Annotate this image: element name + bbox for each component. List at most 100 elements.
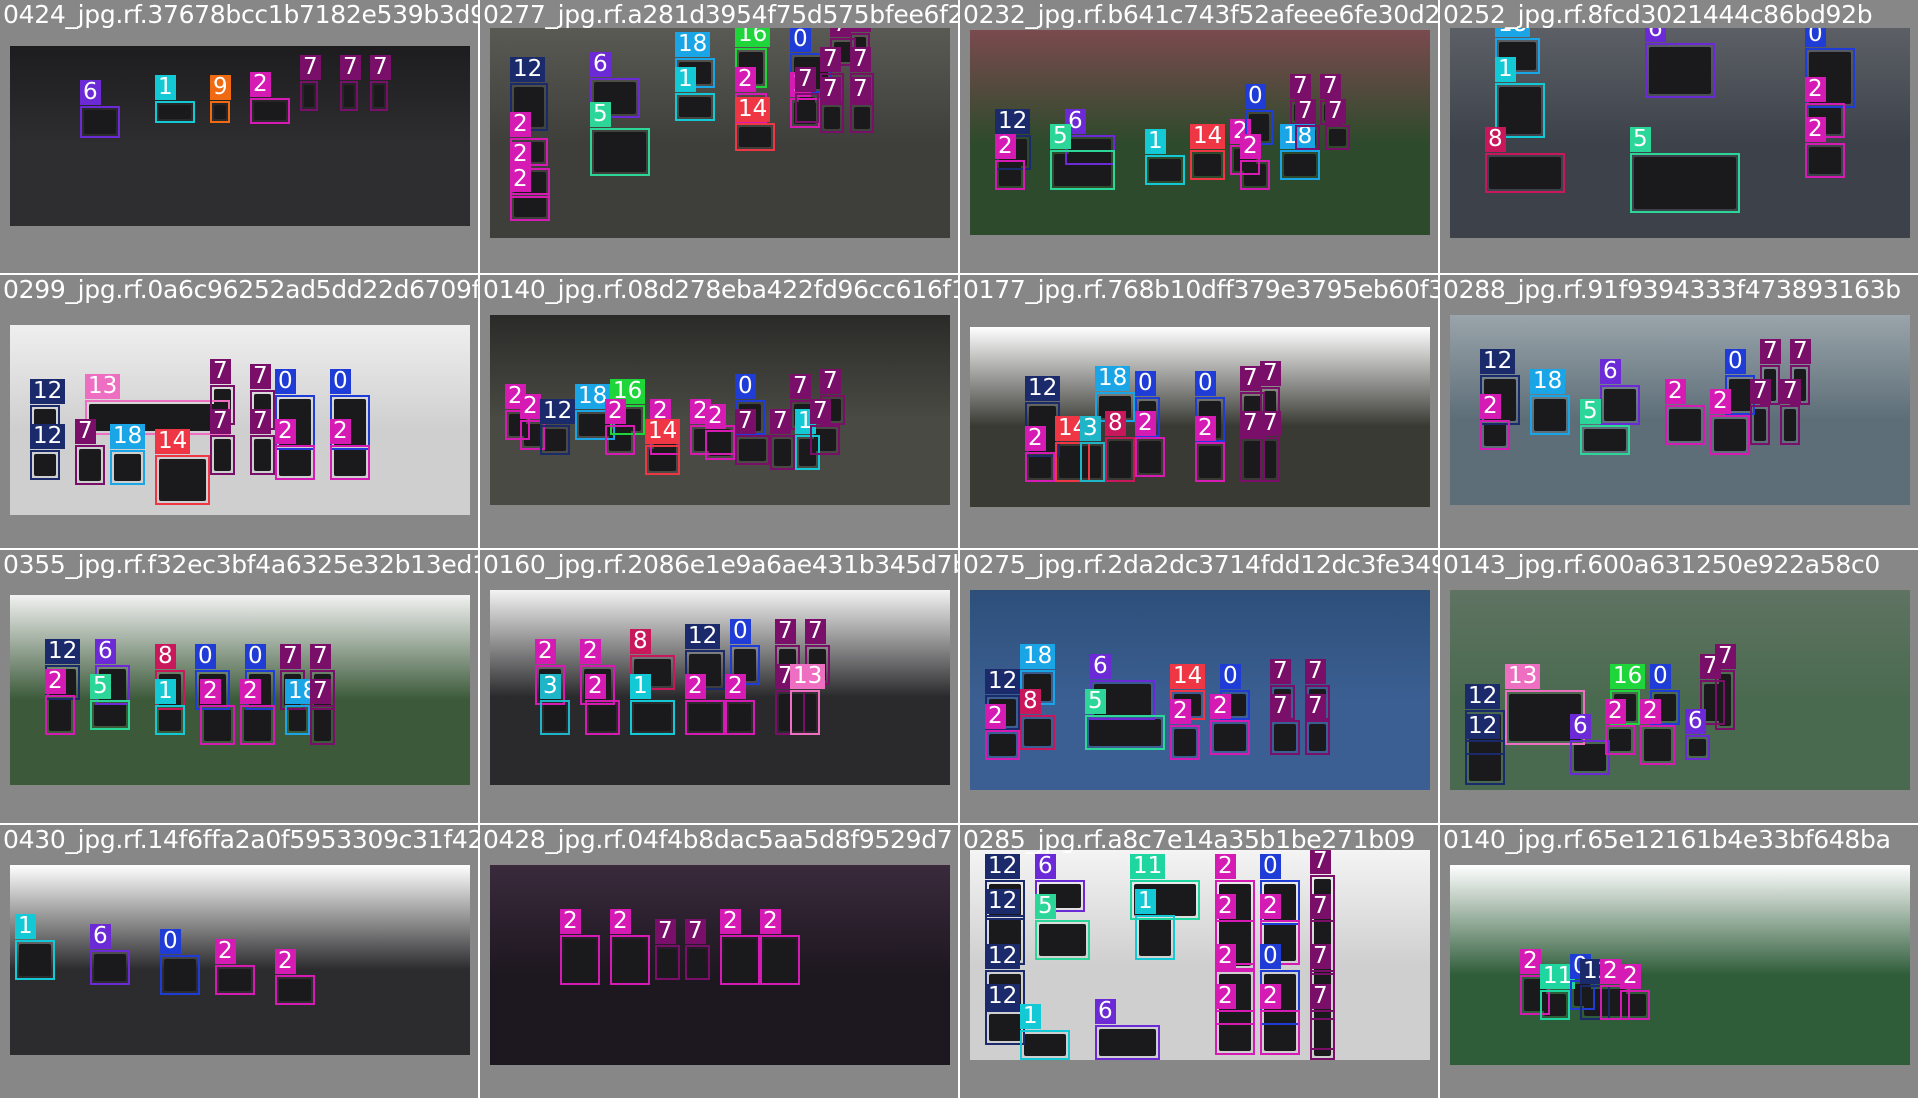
detection-class-label: 7 xyxy=(210,409,231,434)
detection-box: 2 xyxy=(510,167,550,221)
tile-photo: 12 13 16 0 7 12 6 2 2 6 7 xyxy=(1450,590,1910,790)
detection-class-label: 7 xyxy=(1305,694,1326,719)
detection-class-label: 7 xyxy=(805,619,826,644)
detection-class-label: 8 xyxy=(1485,127,1506,152)
detection-box: 2 xyxy=(560,909,600,985)
result-tile[interactable]: 0430_jpg.rf.14f6ffa2a0f5953309c31f428 1 6 0… xyxy=(0,825,480,1100)
detection-class-label: 1 xyxy=(630,674,651,699)
detection-box: 6 xyxy=(1600,359,1640,425)
result-tile[interactable]: 0252_jpg.rf.8fcd3021444c86bd92b186018522 xyxy=(1440,0,1920,275)
result-tile[interactable]: 0285_jpg.rf.a8c7e14a35b1be271b09 12 6 11 2 0 7… xyxy=(960,825,1440,1100)
tile-filename: 0160_jpg.rf.2086e1e9a6ae431b345d7b xyxy=(483,550,960,579)
tile-filename: 0285_jpg.rf.a8c7e14a35b1be271b09 xyxy=(963,825,1415,854)
detection-box: 14 xyxy=(1190,124,1226,180)
tile-filename: 0177_jpg.rf.768b10dff379e3795eb60f38 xyxy=(963,275,1440,304)
result-tile[interactable]: 0277_jpg.rf.a281d3954f75d575bfee6f2130b1… xyxy=(480,0,960,275)
detection-class-label: 7 xyxy=(250,409,271,434)
detection-class-label: 14 xyxy=(1170,664,1206,689)
detection-box: 2 xyxy=(1605,699,1635,755)
detection-class-label: 2 xyxy=(330,419,351,444)
detection-class-label: 6 xyxy=(90,924,111,949)
tile-photo: 6192777 xyxy=(10,46,470,226)
detection-box: 11 xyxy=(1540,964,1576,1020)
detection-class-label: 7 xyxy=(370,55,391,80)
detection-box: 2 xyxy=(1710,389,1750,455)
detection-box: 7 xyxy=(1295,99,1320,150)
tile-photo: 126181607777222152142777 xyxy=(490,28,950,238)
detection-class-label: 2 xyxy=(760,909,781,934)
result-tile[interactable]: 0299_jpg.rf.0a6c96252ad5dd22d6709f8d6 12 1… xyxy=(0,275,480,550)
detection-box: 12 xyxy=(1465,714,1505,785)
tile-filename: 0143_jpg.rf.600a631250e922a58c0 xyxy=(1443,550,1881,579)
detection-class-label: 18 xyxy=(1020,644,1056,669)
result-tile[interactable]: 0143_jpg.rf.600a631250e922a58c0 12 13 16 0 7 1… xyxy=(1440,550,1920,825)
tile-filename: 0140_jpg.rf.08d278eba422fd96cc616f1b7 xyxy=(483,275,960,304)
detection-class-label: 6 xyxy=(1600,359,1621,384)
detection-class-label: 1 xyxy=(1145,129,1166,154)
detection-class-label: 8 xyxy=(155,644,176,669)
detection-class-label: 12 xyxy=(985,889,1021,914)
tile-filename: 0232_jpg.rf.b641c743f52afeee6fe30d2f51 xyxy=(963,0,1440,29)
detection-box: 2 xyxy=(1665,379,1705,445)
result-tile[interactable]: 0232_jpg.rf.b641c743f52afeee6fe30d2f51 1 2… xyxy=(960,0,1440,275)
result-tile[interactable]: 0355_jpg.rf.f32ec3bf4a6325e32b13ed1 12 6 8 0… xyxy=(0,550,480,825)
result-tile[interactable]: 0177_jpg.rf.768b10dff379e3795eb60f38 12 18… xyxy=(960,275,1440,550)
detection-box: 14 xyxy=(645,419,681,475)
detection-class-label: 5 xyxy=(1050,124,1071,149)
detection-class-label: 6 xyxy=(1090,654,1111,679)
detection-class-label: 2 xyxy=(705,404,726,429)
detection-box: 6 xyxy=(90,924,130,985)
detection-class-label: 0 xyxy=(275,369,296,394)
result-tile[interactable]: 0140_jpg.rf.65e12161b4e33bf648ba 21101222 xyxy=(1440,825,1920,1100)
result-tile[interactable]: 0275_jpg.rf.2da2dc3714fdd12dc3fe349 12 18 6… xyxy=(960,550,1440,825)
detection-class-label: 1 xyxy=(155,75,176,100)
detection-class-label: 1 xyxy=(1495,57,1516,82)
detection-class-label: 0 xyxy=(1260,854,1281,879)
detection-class-label: 0 xyxy=(790,28,811,52)
detection-class-label: 5 xyxy=(90,674,111,699)
result-tile[interactable]: 0428_jpg.rf.04f4b8dac5aa5d8f9529d7 2 2 7 7 2 2 xyxy=(480,825,960,1100)
detection-box: 5 xyxy=(1580,399,1630,455)
detection-class-label: 0 xyxy=(730,619,751,644)
detection-class-label: 2 xyxy=(1215,854,1236,879)
detection-class-label: 7 xyxy=(1760,339,1781,364)
detection-class-label: 13 xyxy=(85,374,121,399)
detection-class-label: 7 xyxy=(735,409,756,434)
detection-class-label: 2 xyxy=(1260,894,1281,919)
detection-class-label: 0 xyxy=(160,929,181,954)
detection-class-label: 2 xyxy=(275,949,296,974)
detection-class-label: 2 xyxy=(275,419,296,444)
tile-photo: 12 6 8 0 0 7 7 2 5 1 2 2 18 7 xyxy=(10,595,470,785)
detection-class-label: 3 xyxy=(540,674,561,699)
detection-class-label: 12 xyxy=(45,639,81,664)
tile-photo: 2 2 12 18 16 2 2 0 7 7 7 2 14 1 7 7 2 xyxy=(490,315,950,505)
detection-box: 2 xyxy=(1640,699,1675,765)
detection-class-label: 2 xyxy=(995,134,1016,159)
detection-box: 7 xyxy=(850,77,874,133)
detection-class-label: 2 xyxy=(725,674,746,699)
result-tile[interactable]: 0424_jpg.rf.37678bcc1b7182e539b3d97 6 1 9 2 7… xyxy=(0,0,480,275)
detection-class-label: 5 xyxy=(1085,689,1106,714)
detection-box: 14 xyxy=(155,429,210,505)
detection-class-label: 12 xyxy=(540,399,576,424)
detection-class-label: 12 xyxy=(985,854,1021,879)
tile-photo: 12 18 6 14 0 7 7 2 5 8 2 2 7 7 xyxy=(970,590,1430,790)
detection-class-label: 2 xyxy=(1665,379,1686,404)
result-tile[interactable]: 0140_jpg.rf.08d278eba422fd96cc616f1b7 2 2 1… xyxy=(480,275,960,550)
detection-class-label: 2 xyxy=(1520,949,1541,974)
detection-box: 2 xyxy=(1215,984,1255,1055)
detection-class-label: 7 xyxy=(1310,944,1331,969)
detection-box: 2 xyxy=(1170,699,1200,760)
detection-class-label: 7 xyxy=(685,919,706,944)
result-tile[interactable]: 0160_jpg.rf.2086e1e9a6ae431b345d7b 2 2 8 12 0… xyxy=(480,550,960,825)
result-tile[interactable]: 0288_jpg.rf.91f9394333f473893163b 12 18 6 0 7… xyxy=(1440,275,1920,550)
detection-class-label: 0 xyxy=(1220,664,1241,689)
detection-box: 1 xyxy=(675,67,715,121)
detection-class-label: 6 xyxy=(1685,709,1706,734)
detection-class-label: 7 xyxy=(1260,361,1281,386)
detection-box: 1 xyxy=(1145,129,1185,185)
detection-box: 8 xyxy=(1105,411,1135,482)
detection-class-label: 0 xyxy=(1245,84,1266,109)
detection-box: 7 xyxy=(735,409,770,465)
detection-box: 7 xyxy=(655,919,680,980)
